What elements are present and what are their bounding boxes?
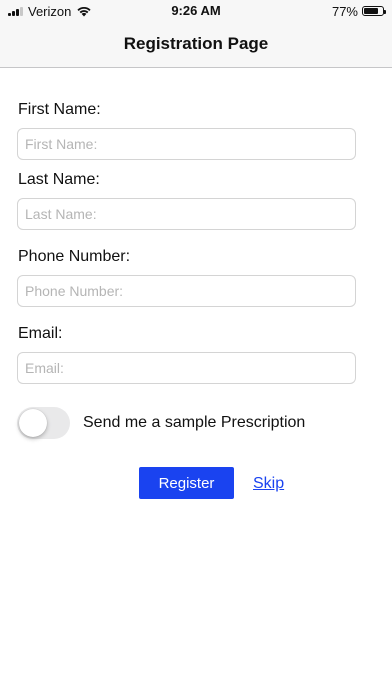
toggle-knob xyxy=(19,409,47,437)
registration-screen: Verizon 9:26 AM 77% Registration Page Fi… xyxy=(0,0,392,696)
first-name-field[interactable] xyxy=(17,128,356,160)
phone-number-label: Phone Number: xyxy=(18,248,131,265)
sample-prescription-toggle[interactable] xyxy=(17,407,70,439)
last-name-field[interactable] xyxy=(17,198,356,230)
register-button[interactable]: Register xyxy=(139,467,234,499)
page-title: Registration Page xyxy=(123,34,269,53)
sample-prescription-label: Send me a sample Prescription xyxy=(83,414,306,431)
battery-percent: 77% xyxy=(331,3,358,19)
email-field[interactable] xyxy=(17,352,356,384)
navigation-bar: Registration Page xyxy=(0,22,392,68)
email-label: Email: xyxy=(18,325,63,342)
phone-number-field[interactable] xyxy=(17,275,356,307)
battery-icon xyxy=(362,6,386,16)
last-name-label: Last Name: xyxy=(18,171,100,188)
first-name-label: First Name: xyxy=(18,101,101,118)
status-right: 77% xyxy=(331,3,386,19)
battery-fill xyxy=(364,8,378,14)
status-bar: Verizon 9:26 AM 77% xyxy=(0,0,392,22)
skip-link[interactable]: Skip xyxy=(253,475,284,493)
